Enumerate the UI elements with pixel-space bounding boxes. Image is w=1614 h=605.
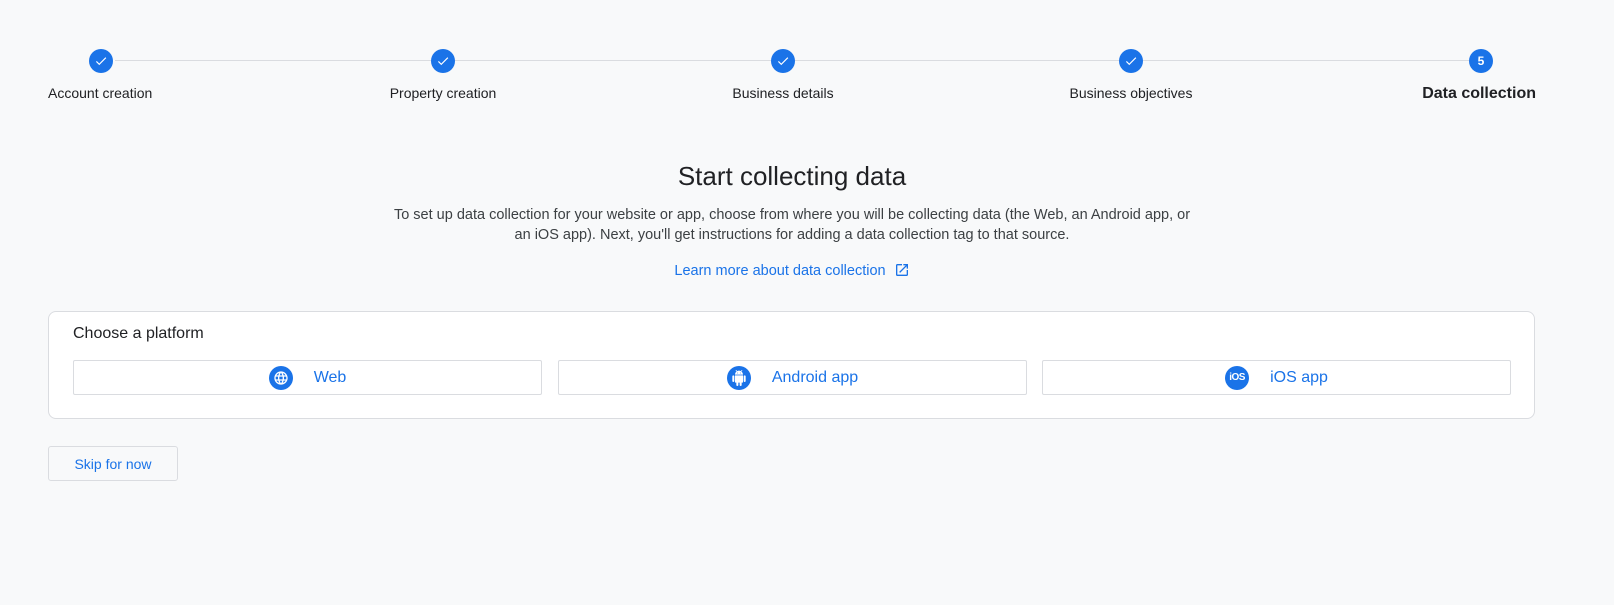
page-title: Start collecting data	[677, 161, 907, 191]
android-platform-button[interactable]: Android app	[558, 360, 1027, 395]
step-label: Property creation	[389, 85, 497, 101]
skip-for-now-button[interactable]: Skip for now	[48, 446, 178, 481]
learn-more-label: Learn more about data collection	[674, 263, 886, 279]
step-label: Data collection	[1422, 85, 1536, 102]
check-icon	[1119, 49, 1143, 73]
step-property-creation[interactable]: Property creation	[343, 47, 543, 101]
web-platform-button[interactable]: Web	[73, 360, 542, 395]
web-platform-label: Web	[313, 368, 347, 386]
step-label: Business objectives	[1069, 85, 1193, 101]
check-icon	[771, 49, 795, 73]
learn-more-link[interactable]: Learn more about data collection	[0, 262, 1584, 282]
step-business-details[interactable]: Business details	[683, 47, 883, 101]
platform-card: Choose a platform Web Android app iOS iO…	[48, 311, 1535, 419]
ios-platform-button[interactable]: iOS iOS app	[1042, 360, 1511, 395]
ios-icon: iOS	[1225, 365, 1250, 390]
ios-platform-label: iOS app	[1270, 368, 1328, 386]
check-icon	[89, 49, 113, 73]
android-platform-label: Android app	[771, 368, 859, 386]
step-data-collection: 5 Data collection	[1336, 47, 1536, 103]
step-label: Account creation	[48, 85, 153, 101]
setup-stepper: Account creation Property creation Busin…	[48, 47, 1536, 117]
platform-card-title: Choose a platform	[73, 325, 204, 342]
check-icon	[431, 49, 455, 73]
step-number: 5	[1469, 49, 1493, 73]
step-label: Business details	[732, 85, 834, 101]
android-icon	[726, 365, 751, 390]
page-description: To set up data collection for your websi…	[393, 207, 1191, 243]
globe-icon	[268, 365, 293, 390]
page: Account creation Property creation Busin…	[0, 0, 1614, 605]
step-business-objectives[interactable]: Business objectives	[1031, 47, 1231, 101]
step-account-creation[interactable]: Account creation	[48, 47, 248, 101]
open-in-new-icon	[894, 262, 910, 282]
